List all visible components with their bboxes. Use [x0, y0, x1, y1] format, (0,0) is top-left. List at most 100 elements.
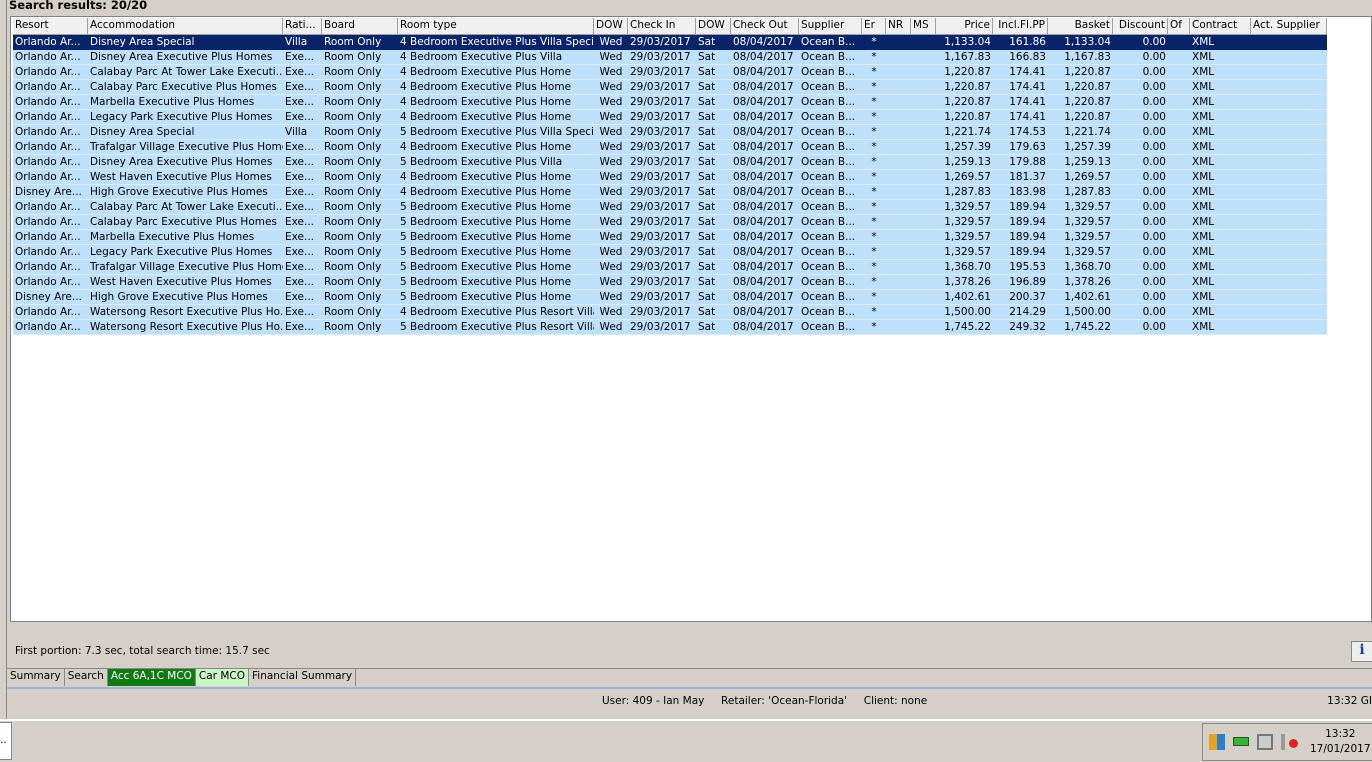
table-row[interactable]: Orlando Ar... Calabay Parc Executive Plus…	[13, 80, 1327, 95]
table-row[interactable]: Orlando Ar... Calabay Parc At Tower Lake …	[13, 65, 1327, 80]
left-splitter[interactable]	[0, 0, 7, 720]
table-row[interactable]: Orlando Ar... West Haven Executive Plus H…	[13, 170, 1327, 185]
table-row[interactable]: Orlando Ar... Calabay Parc At Tower Lake …	[13, 200, 1327, 215]
column-header-price[interactable]: Price	[936, 18, 993, 35]
table-row[interactable]: Orlando Ar... Disney Area Executive Plus …	[13, 155, 1327, 170]
tab-car-mco[interactable]: Car MCO	[195, 669, 249, 686]
tray-clock[interactable]: 13:32 17/01/2017	[1310, 727, 1371, 757]
cell-13: 1,220.87	[936, 95, 993, 110]
cell-1: Marbella Executive Plus Homes	[88, 95, 283, 110]
cell-11	[886, 215, 911, 230]
user-info: User: 409 - Ian May Retailer: 'Ocean-Flo…	[602, 695, 928, 707]
table-row[interactable]: Orlando Ar... Legacy Park Executive Plus …	[13, 110, 1327, 125]
bottom-tabs: Summary Search Acc 6A,1C MCO Car MCO Fin…	[7, 668, 1372, 686]
results-grid[interactable]: Resort Accommodation Rati... Board Room type…	[10, 16, 1372, 622]
cell-1: Trafalgar Village Executive Plus Homes	[88, 140, 283, 155]
table-row[interactable]: Orlando Ar... Marbella Executive Plus Hom…	[13, 230, 1327, 245]
column-header-act-supplier[interactable]: Act. Supplier	[1251, 18, 1327, 35]
cell-9: Ocean B...	[799, 50, 862, 65]
cell-5: Wed	[594, 125, 628, 140]
column-header-supplier[interactable]: Supplier	[799, 18, 862, 35]
taskbar-button[interactable]: ...	[0, 722, 12, 760]
cell-7: Sat	[696, 305, 731, 320]
cell-3: Room Only	[322, 230, 398, 245]
cell-18: XML	[1190, 110, 1251, 125]
cell-4: 4 Bedroom Executive Plus Home	[398, 80, 594, 95]
cell-16: 0.00	[1113, 155, 1168, 170]
grid-rows: Orlando Ar... Disney Area Special Villa Roo…	[13, 35, 1327, 335]
table-row[interactable]: Orlando Ar... Watersong Resort Executive …	[13, 320, 1327, 335]
cell-19	[1251, 215, 1327, 230]
column-header-dow[interactable]: DOW	[594, 18, 628, 35]
tab-acc-mco[interactable]: Acc 6A,1C MCO	[107, 669, 196, 686]
table-row[interactable]: Orlando Ar... West Haven Executive Plus H…	[13, 275, 1327, 290]
cell-17	[1168, 65, 1190, 80]
cell-5: Wed	[594, 65, 628, 80]
table-row[interactable]: Orlando Ar... Trafalgar Village Executive…	[13, 140, 1327, 155]
column-header-nr[interactable]: NR	[886, 18, 911, 35]
cell-4: 4 Bedroom Executive Plus Villa Special	[398, 35, 594, 50]
network-card-icon[interactable]	[1233, 737, 1249, 746]
table-row[interactable]: Orlando Ar... Legacy Park Executive Plus …	[13, 245, 1327, 260]
cell-14: 174.53	[993, 125, 1048, 140]
system-tray: 13:32 17/01/2017	[1202, 723, 1372, 761]
tab-summary[interactable]: Summary	[7, 669, 65, 686]
cell-11	[886, 185, 911, 200]
volume-muted-icon[interactable]	[1281, 734, 1298, 750]
cell-17	[1168, 200, 1190, 215]
table-row[interactable]: Orlando Ar... Calabay Parc Executive Plus…	[13, 215, 1327, 230]
tab-search[interactable]: Search	[65, 669, 108, 686]
cell-14: 174.41	[993, 95, 1048, 110]
cell-10: *	[862, 185, 886, 200]
column-header-discount[interactable]: Discount	[1113, 18, 1168, 35]
table-row[interactable]: Orlando Ar... Trafalgar Village Executive…	[13, 260, 1327, 275]
column-header-board[interactable]: Board	[322, 18, 398, 35]
column-header-contract[interactable]: Contract	[1190, 18, 1251, 35]
table-row[interactable]: Disney Are... High Grove Executive Plus H…	[13, 185, 1327, 200]
cell-0: Orlando Ar...	[13, 65, 88, 80]
cell-13: 1,402.61	[936, 290, 993, 305]
cell-7: Sat	[696, 80, 731, 95]
column-header-of[interactable]: Of	[1168, 18, 1190, 35]
table-row[interactable]: Orlando Ar... Disney Area Special Villa Roo…	[13, 35, 1327, 50]
column-header-incl-fl-pp[interactable]: Incl.Fl.PP	[993, 18, 1048, 35]
cell-3: Room Only	[322, 50, 398, 65]
column-header-ms[interactable]: MS	[911, 18, 936, 35]
cell-9: Ocean B...	[799, 95, 862, 110]
column-header-accommodation[interactable]: Accommodation	[88, 18, 283, 35]
table-row[interactable]: Orlando Ar... Watersong Resort Executive …	[13, 305, 1327, 320]
column-header-dow[interactable]: DOW	[696, 18, 731, 35]
cell-15: 1,329.57	[1048, 245, 1113, 260]
column-header-rati[interactable]: Rati...	[283, 18, 322, 35]
cell-14: 189.94	[993, 230, 1048, 245]
cell-11	[886, 155, 911, 170]
table-row[interactable]: Disney Are... High Grove Executive Plus H…	[13, 290, 1327, 305]
cell-16: 0.00	[1113, 260, 1168, 275]
table-row[interactable]: Orlando Ar... Marbella Executive Plus Hom…	[13, 95, 1327, 110]
cell-19	[1251, 110, 1327, 125]
column-header-resort[interactable]: Resort	[13, 18, 88, 35]
cell-6: 29/03/2017	[628, 95, 696, 110]
taskbar-divider	[0, 719, 1372, 721]
network-icon[interactable]	[1257, 734, 1273, 750]
cell-3: Room Only	[322, 320, 398, 335]
cell-10: *	[862, 65, 886, 80]
tab-financial-summary[interactable]: Financial Summary	[249, 669, 357, 686]
cell-18: XML	[1190, 290, 1251, 305]
cell-14: 200.37	[993, 290, 1048, 305]
cell-9: Ocean B...	[799, 245, 862, 260]
cell-10: *	[862, 260, 886, 275]
table-row[interactable]: Orlando Ar... Disney Area Executive Plus …	[13, 50, 1327, 65]
column-header-er[interactable]: Er	[862, 18, 886, 35]
cell-2: Exe...	[283, 275, 322, 290]
info-button[interactable]: i	[1351, 641, 1372, 662]
column-header-check-out[interactable]: Check Out	[731, 18, 799, 35]
cell-15: 1,220.87	[1048, 95, 1113, 110]
cell-8: 08/04/2017	[731, 185, 799, 200]
column-header-check-in[interactable]: Check In	[628, 18, 696, 35]
antivirus-icon[interactable]	[1209, 734, 1225, 750]
cell-3: Room Only	[322, 200, 398, 215]
column-header-room-type[interactable]: Room type	[398, 18, 594, 35]
table-row[interactable]: Orlando Ar... Disney Area Special Villa Roo…	[13, 125, 1327, 140]
column-header-basket[interactable]: Basket	[1048, 18, 1113, 35]
